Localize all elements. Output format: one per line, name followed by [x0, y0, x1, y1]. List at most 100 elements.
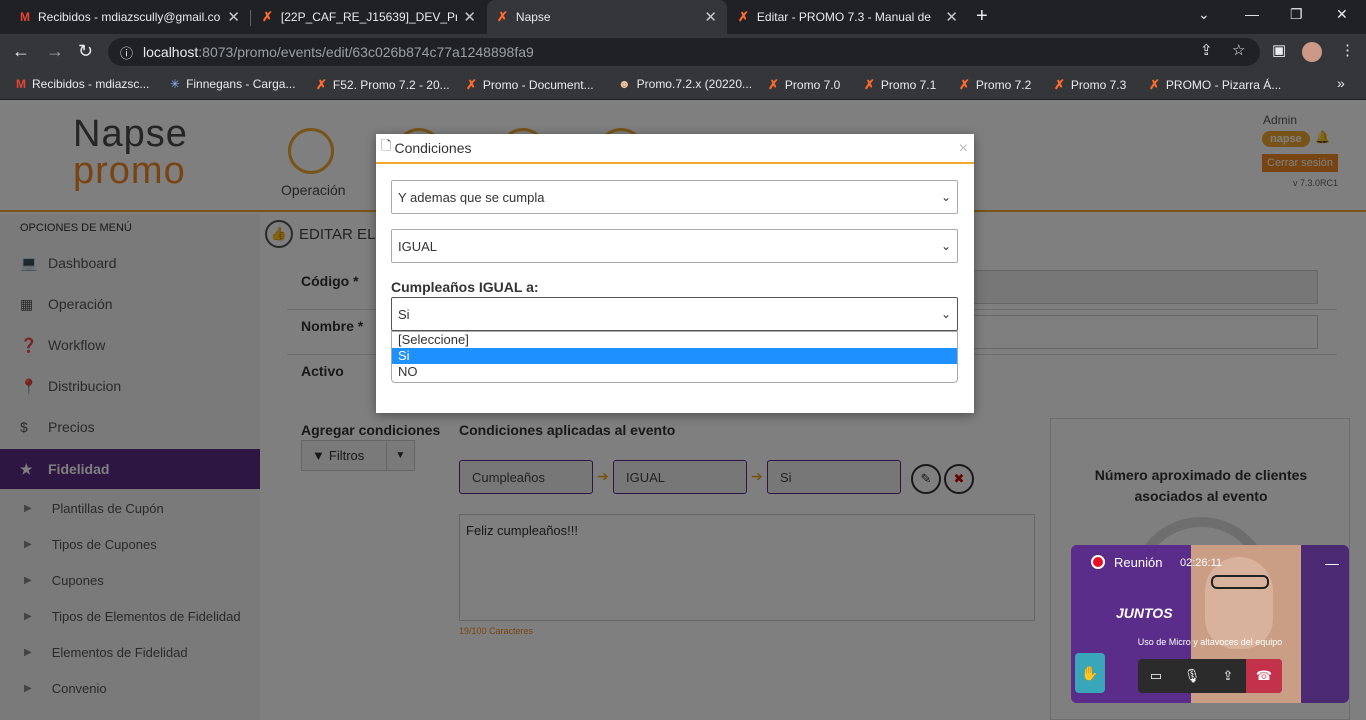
- profile-avatar[interactable]: [1302, 42, 1322, 62]
- logic-select-value: Y ademas que se cumpla: [398, 189, 545, 205]
- bookmark-item[interactable]: ✗ Promo 7.3: [1054, 77, 1126, 93]
- bookmark-label: Recibidos - mdiazsc...: [32, 77, 150, 91]
- site-info-icon[interactable]: ⓘ: [120, 43, 133, 62]
- new-tab-button[interactable]: +: [976, 5, 988, 28]
- tab-title: Napse: [515, 10, 551, 24]
- participant-glasses: [1211, 575, 1269, 589]
- value-select-value: Si: [398, 306, 410, 322]
- document-icon: 🗋: [381, 138, 392, 153]
- bookmarks-bar: M Recibidos - mdiazsc... ✳ Finnegans - Car…: [0, 70, 1366, 100]
- tab-title: [22P_CAF_RE_J15639]_DEV_Prom: [280, 10, 458, 24]
- bookmark-label: Promo 7.2: [975, 78, 1032, 92]
- close-icon[interactable]: ×: [959, 140, 968, 158]
- x-logo-icon: ✗: [1054, 77, 1065, 92]
- address-bar[interactable]: ⓘ localhost:8073/promo/events/edit/63c02…: [108, 38, 1260, 66]
- close-tab-icon[interactable]: ✕: [463, 8, 476, 26]
- operator-select[interactable]: IGUAL ⌄: [391, 229, 958, 263]
- raise-hand-icon[interactable]: ✋: [1075, 653, 1105, 693]
- value-dropdown-list: [Seleccione] Si NO: [391, 331, 958, 383]
- url-path: :8073/promo/events/edit/63c026b874c77a12…: [198, 44, 534, 60]
- recording-icon: [1091, 555, 1105, 569]
- bookmark-label: PROMO - Pizarra Á...: [1165, 78, 1282, 92]
- tab-search-icon[interactable]: ⌄: [1198, 6, 1210, 23]
- close-tab-icon[interactable]: ✕: [704, 8, 717, 26]
- browser-tab-manual[interactable]: ✗ Editar - PROMO 7.3 - Manual de ✕: [728, 0, 968, 34]
- dropdown-option-no[interactable]: NO: [392, 364, 957, 380]
- x-logo-icon: ✗: [262, 9, 273, 24]
- bookmark-item[interactable]: M Recibidos - mdiazsc...: [16, 77, 149, 91]
- minimize-window-button[interactable]: —: [1245, 6, 1259, 22]
- x-logo-icon: ✗: [316, 77, 327, 92]
- bookmark-label: Promo 7.1: [880, 78, 937, 92]
- modal-header: 🗋 Condiciones: [376, 134, 974, 164]
- bookmark-label: Promo - Document...: [482, 78, 594, 92]
- chevron-down-icon: ⌄: [940, 307, 951, 321]
- bookmark-item[interactable]: ✳ Finnegans - Carga...: [170, 77, 295, 91]
- bookmark-star-icon[interactable]: ☆: [1232, 41, 1245, 59]
- audio-device-caption: Uso de Micro y altavoces del equipo: [1137, 637, 1283, 647]
- x-logo-icon: ✗: [497, 9, 508, 24]
- finnegans-icon: ✳: [170, 77, 181, 91]
- modal-title: Condiciones: [394, 140, 472, 156]
- x-logo-icon: ✗: [1149, 77, 1160, 92]
- conditions-modal: 🗋 Condiciones × Y ademas que se cumpla ⌄…: [376, 134, 974, 413]
- tab-title: Editar - PROMO 7.3 - Manual de: [756, 10, 931, 24]
- bookmark-item[interactable]: ✗ Promo 7.0: [768, 77, 840, 93]
- menu-kebab-icon[interactable]: ⋮: [1340, 41, 1355, 59]
- x-logo-icon: ✗: [466, 77, 477, 92]
- tab-separator: [250, 10, 251, 26]
- bookmark-label: Promo.7.2.x (20220...: [636, 77, 753, 91]
- mic-off-icon[interactable]: 🎙: [1174, 659, 1210, 693]
- bookmark-label: Promo 7.3: [1070, 78, 1127, 92]
- bookmark-item[interactable]: ☻ Promo.7.2.x (20220...: [618, 77, 752, 91]
- x-logo-icon: ✗: [864, 77, 875, 92]
- bookmark-item[interactable]: ✗ F52. Promo 7.2 - 20...: [316, 77, 450, 93]
- avatar-icon: ☻: [618, 77, 631, 91]
- browser-toolbar: ← → ↻ ⓘ localhost:8073/promo/events/edit…: [0, 34, 1366, 70]
- meeting-call-widget[interactable]: JUNTOS Reunión 02:26:11 — Uso de Micro y…: [1071, 545, 1349, 703]
- browser-tab-dev[interactable]: ✗ [22P_CAF_RE_J15639]_DEV_Prom ✕: [252, 0, 486, 34]
- close-tab-icon[interactable]: ✕: [227, 8, 240, 26]
- meeting-title: Reunión: [1114, 555, 1163, 570]
- side-panel-icon[interactable]: ▣: [1272, 41, 1286, 59]
- participant-head: [1205, 557, 1273, 649]
- hang-up-icon[interactable]: ☎: [1246, 659, 1282, 693]
- more-bookmarks-icon[interactable]: »: [1337, 75, 1345, 91]
- bookmark-item[interactable]: ✗ Promo 7.2: [959, 77, 1031, 93]
- bookmark-item[interactable]: ✗ Promo 7.1: [864, 77, 936, 93]
- back-button[interactable]: ←: [12, 41, 30, 62]
- operator-select-value: IGUAL: [398, 238, 438, 254]
- x-logo-icon: ✗: [738, 9, 749, 24]
- close-tab-icon[interactable]: ✕: [945, 8, 958, 26]
- value-select[interactable]: Si ⌄: [391, 297, 958, 331]
- x-logo-icon: ✗: [768, 77, 779, 92]
- restore-window-button[interactable]: ❐: [1290, 6, 1303, 23]
- bookmark-item[interactable]: ✗ Promo - Document...: [466, 77, 594, 93]
- close-window-button[interactable]: ✕: [1336, 6, 1348, 23]
- meeting-brand-text: JUNTOS: [1116, 605, 1173, 621]
- gmail-icon: M: [20, 10, 30, 24]
- reload-button[interactable]: ↻: [78, 41, 93, 62]
- bookmark-item[interactable]: ✗ PROMO - Pizarra Á...: [1149, 77, 1281, 93]
- share-screen-icon[interactable]: ⇪: [1210, 659, 1246, 693]
- browser-tab-gmail[interactable]: M Recibidos - mdiazscully@gmail.co ✕: [10, 0, 250, 34]
- forward-button[interactable]: →: [46, 41, 64, 62]
- camera-off-icon[interactable]: ▭: [1138, 659, 1174, 693]
- dropdown-option-seleccione[interactable]: [Seleccione]: [392, 332, 957, 348]
- url-host: localhost: [143, 44, 199, 60]
- dropdown-option-si[interactable]: Si: [392, 348, 957, 364]
- chevron-down-icon: ⌄: [940, 190, 951, 204]
- logic-select[interactable]: Y ademas que se cumpla ⌄: [391, 180, 958, 214]
- bookmark-label: F52. Promo 7.2 - 20...: [332, 78, 450, 92]
- chevron-down-icon: ⌄: [940, 239, 951, 253]
- value-label: Cumpleaños IGUAL a:: [391, 279, 539, 295]
- browser-tab-bar: M Recibidos - mdiazscully@gmail.co ✕ ✗ […: [0, 0, 1366, 34]
- call-controls: ▭ 🎙 ⇪ ☎: [1138, 659, 1282, 693]
- share-icon[interactable]: ⇪: [1200, 41, 1213, 59]
- meeting-timer: 02:26:11: [1180, 557, 1223, 569]
- tab-title: Recibidos - mdiazscully@gmail.co: [38, 10, 221, 24]
- minimize-call-icon[interactable]: —: [1325, 555, 1339, 571]
- bookmark-label: Finnegans - Carga...: [186, 77, 296, 91]
- x-logo-icon: ✗: [959, 77, 970, 92]
- browser-tab-napse[interactable]: ✗ Napse ✕: [487, 0, 727, 34]
